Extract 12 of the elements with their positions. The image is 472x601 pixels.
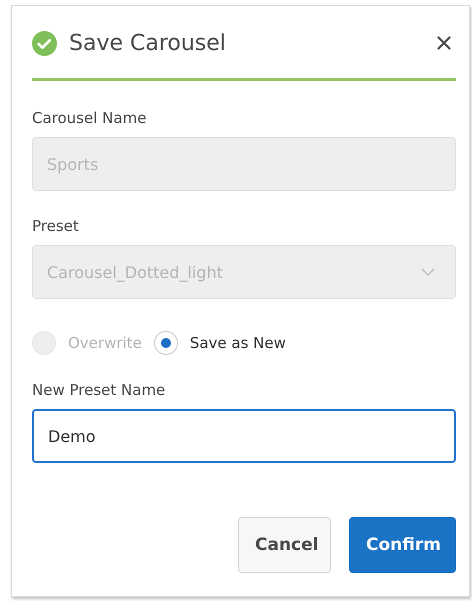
dialog-title: Save Carousel: [69, 30, 227, 56]
field-label: Carousel Name: [32, 109, 148, 127]
close-icon[interactable]: [437, 36, 451, 50]
cancel-button[interactable]: Cancel: [238, 517, 331, 573]
radio-label[interactable]: Save as New: [190, 334, 286, 352]
input-field[interactable]: Demo: [32, 409, 456, 463]
field-label: Preset: [32, 217, 80, 235]
field-label: New Preset Name: [32, 381, 166, 399]
chevron-down-icon: [421, 268, 435, 276]
radio-button[interactable]: [154, 331, 178, 355]
confirm-button[interactable]: Confirm: [349, 517, 456, 573]
check-circle-icon: [32, 30, 57, 56]
